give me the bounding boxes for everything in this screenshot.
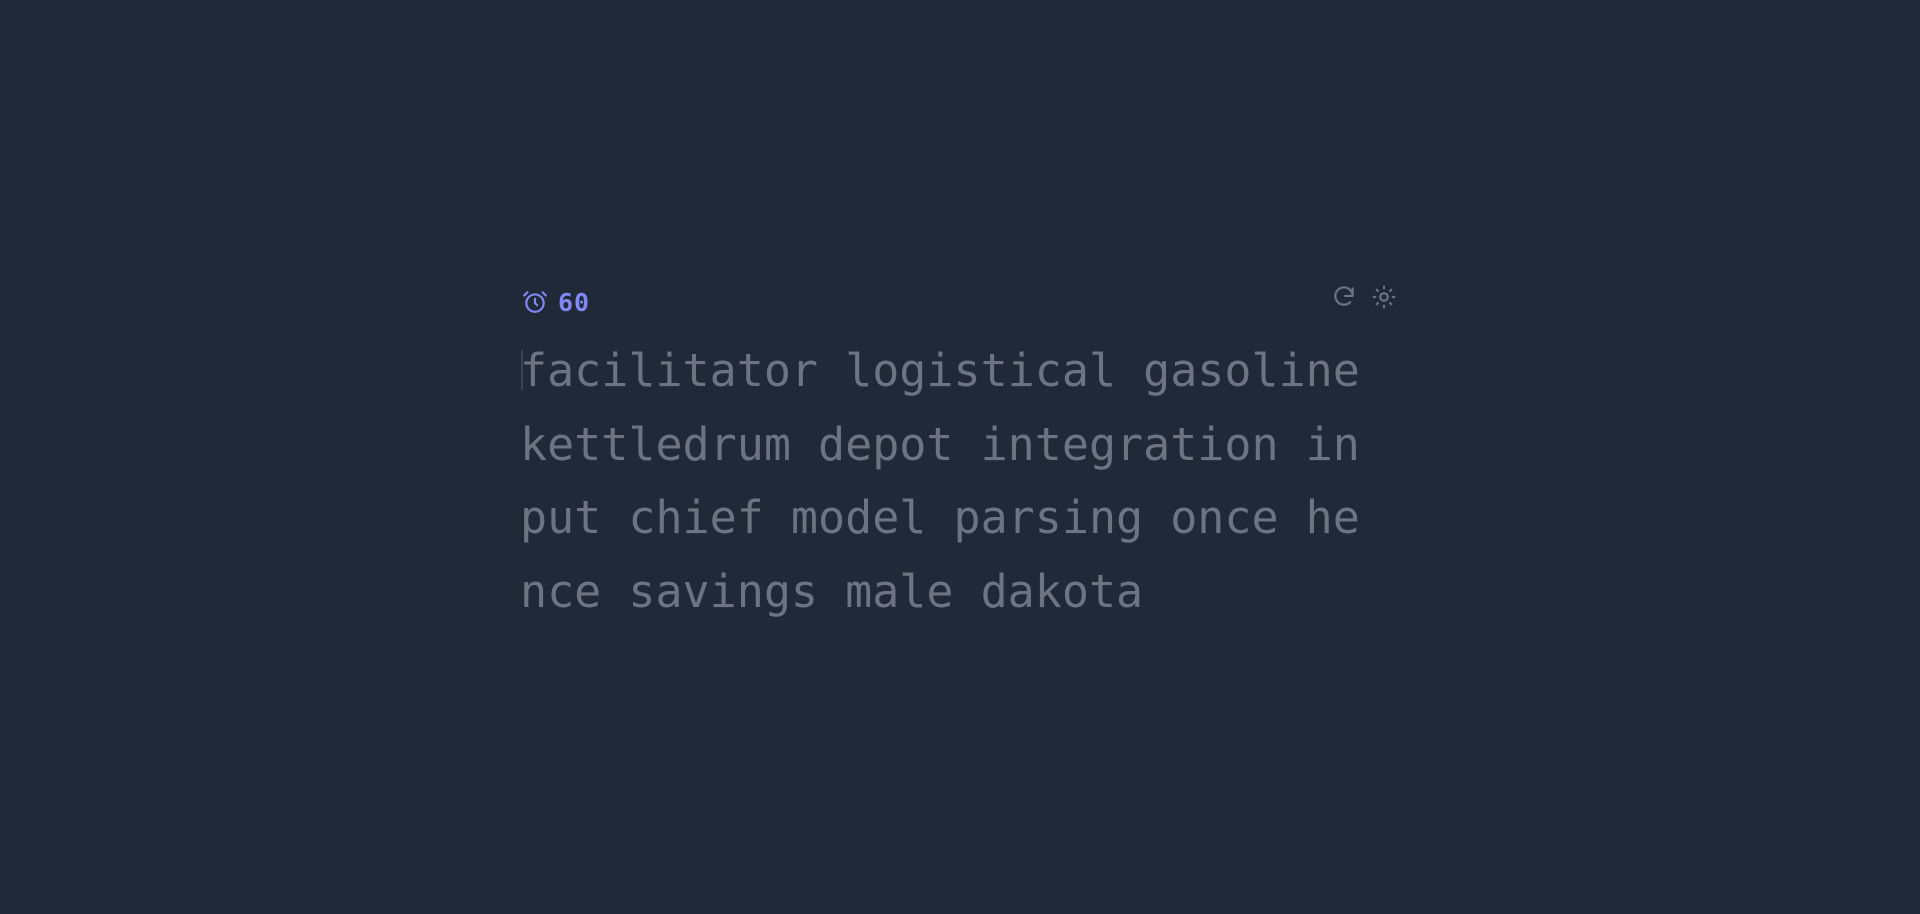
typing-test: 60 facilitator logistical gasoline kettl… [520,284,1400,628]
word-line: nce savings male dakota [520,564,1144,618]
sun-icon [1372,285,1396,309]
controls [1328,284,1400,310]
restart-icon [1334,286,1354,306]
word-line: kettledrum depot integration in [520,417,1360,471]
theme-toggle-button[interactable] [1368,281,1400,313]
alarm-clock-icon [522,289,548,315]
typing-caret [521,350,523,390]
word-display[interactable]: facilitator logistical gasoline kettledr… [520,334,1400,628]
timer-value: 60 [558,287,591,317]
restart-button[interactable] [1328,281,1360,313]
word-line: put chief model parsing once he [520,491,1360,544]
word-line: facilitator logistical gasoline [520,344,1360,397]
top-bar: 60 [520,284,1400,320]
timer: 60 [522,284,590,320]
